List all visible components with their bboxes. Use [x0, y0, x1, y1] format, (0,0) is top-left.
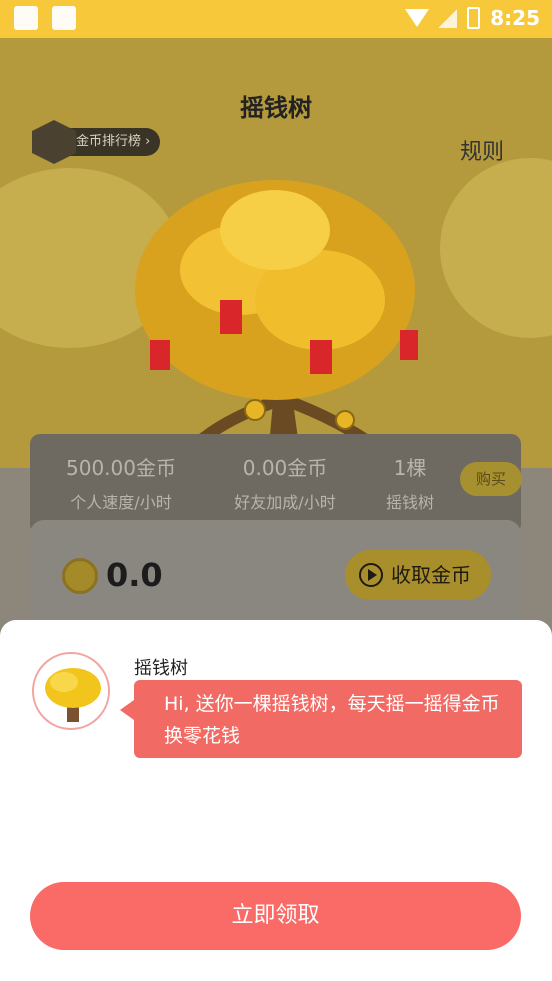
rules-link[interactable]: 规则	[460, 134, 504, 166]
friend-bonus-label: 好友加成/小时	[234, 493, 336, 512]
play-icon	[359, 563, 383, 587]
shopping-bag-icon	[52, 6, 76, 30]
wifi-icon	[405, 9, 430, 27]
tree-count-label: 摇钱树	[385, 493, 434, 512]
personal-speed-label: 个人速度/小时	[70, 493, 172, 512]
collect-coins-label: 收取金币	[391, 563, 471, 587]
claim-now-button[interactable]: 立即领取	[30, 882, 521, 950]
buy-button[interactable]: 购买	[460, 462, 522, 496]
clock: 8:25	[490, 6, 540, 30]
stats-panel: 500.00金币 个人速度/小时 0.00金币 好友加成/小时 1棵 摇钱树	[30, 434, 521, 534]
battery-icon	[467, 7, 481, 29]
personal-speed-value: 500.00金币	[66, 456, 176, 480]
page-title: 摇钱树	[240, 94, 312, 122]
friend-bonus-value: 0.00金币	[242, 456, 328, 480]
status-bar: 8:25	[0, 0, 552, 38]
signal-icon	[439, 8, 458, 28]
app-notification-icon	[14, 6, 38, 30]
coin-balance: 0.0	[106, 556, 163, 594]
sender-name: 摇钱树	[134, 658, 188, 679]
tree-count-value: 1棵	[393, 456, 427, 480]
collect-coins-button[interactable]: 收取金币	[345, 550, 491, 600]
coin-icon	[62, 558, 98, 594]
avatar	[32, 652, 110, 730]
message-bubble: Hi, 送你一棵摇钱树，每天摇一摇得金币换零花钱	[120, 680, 522, 758]
